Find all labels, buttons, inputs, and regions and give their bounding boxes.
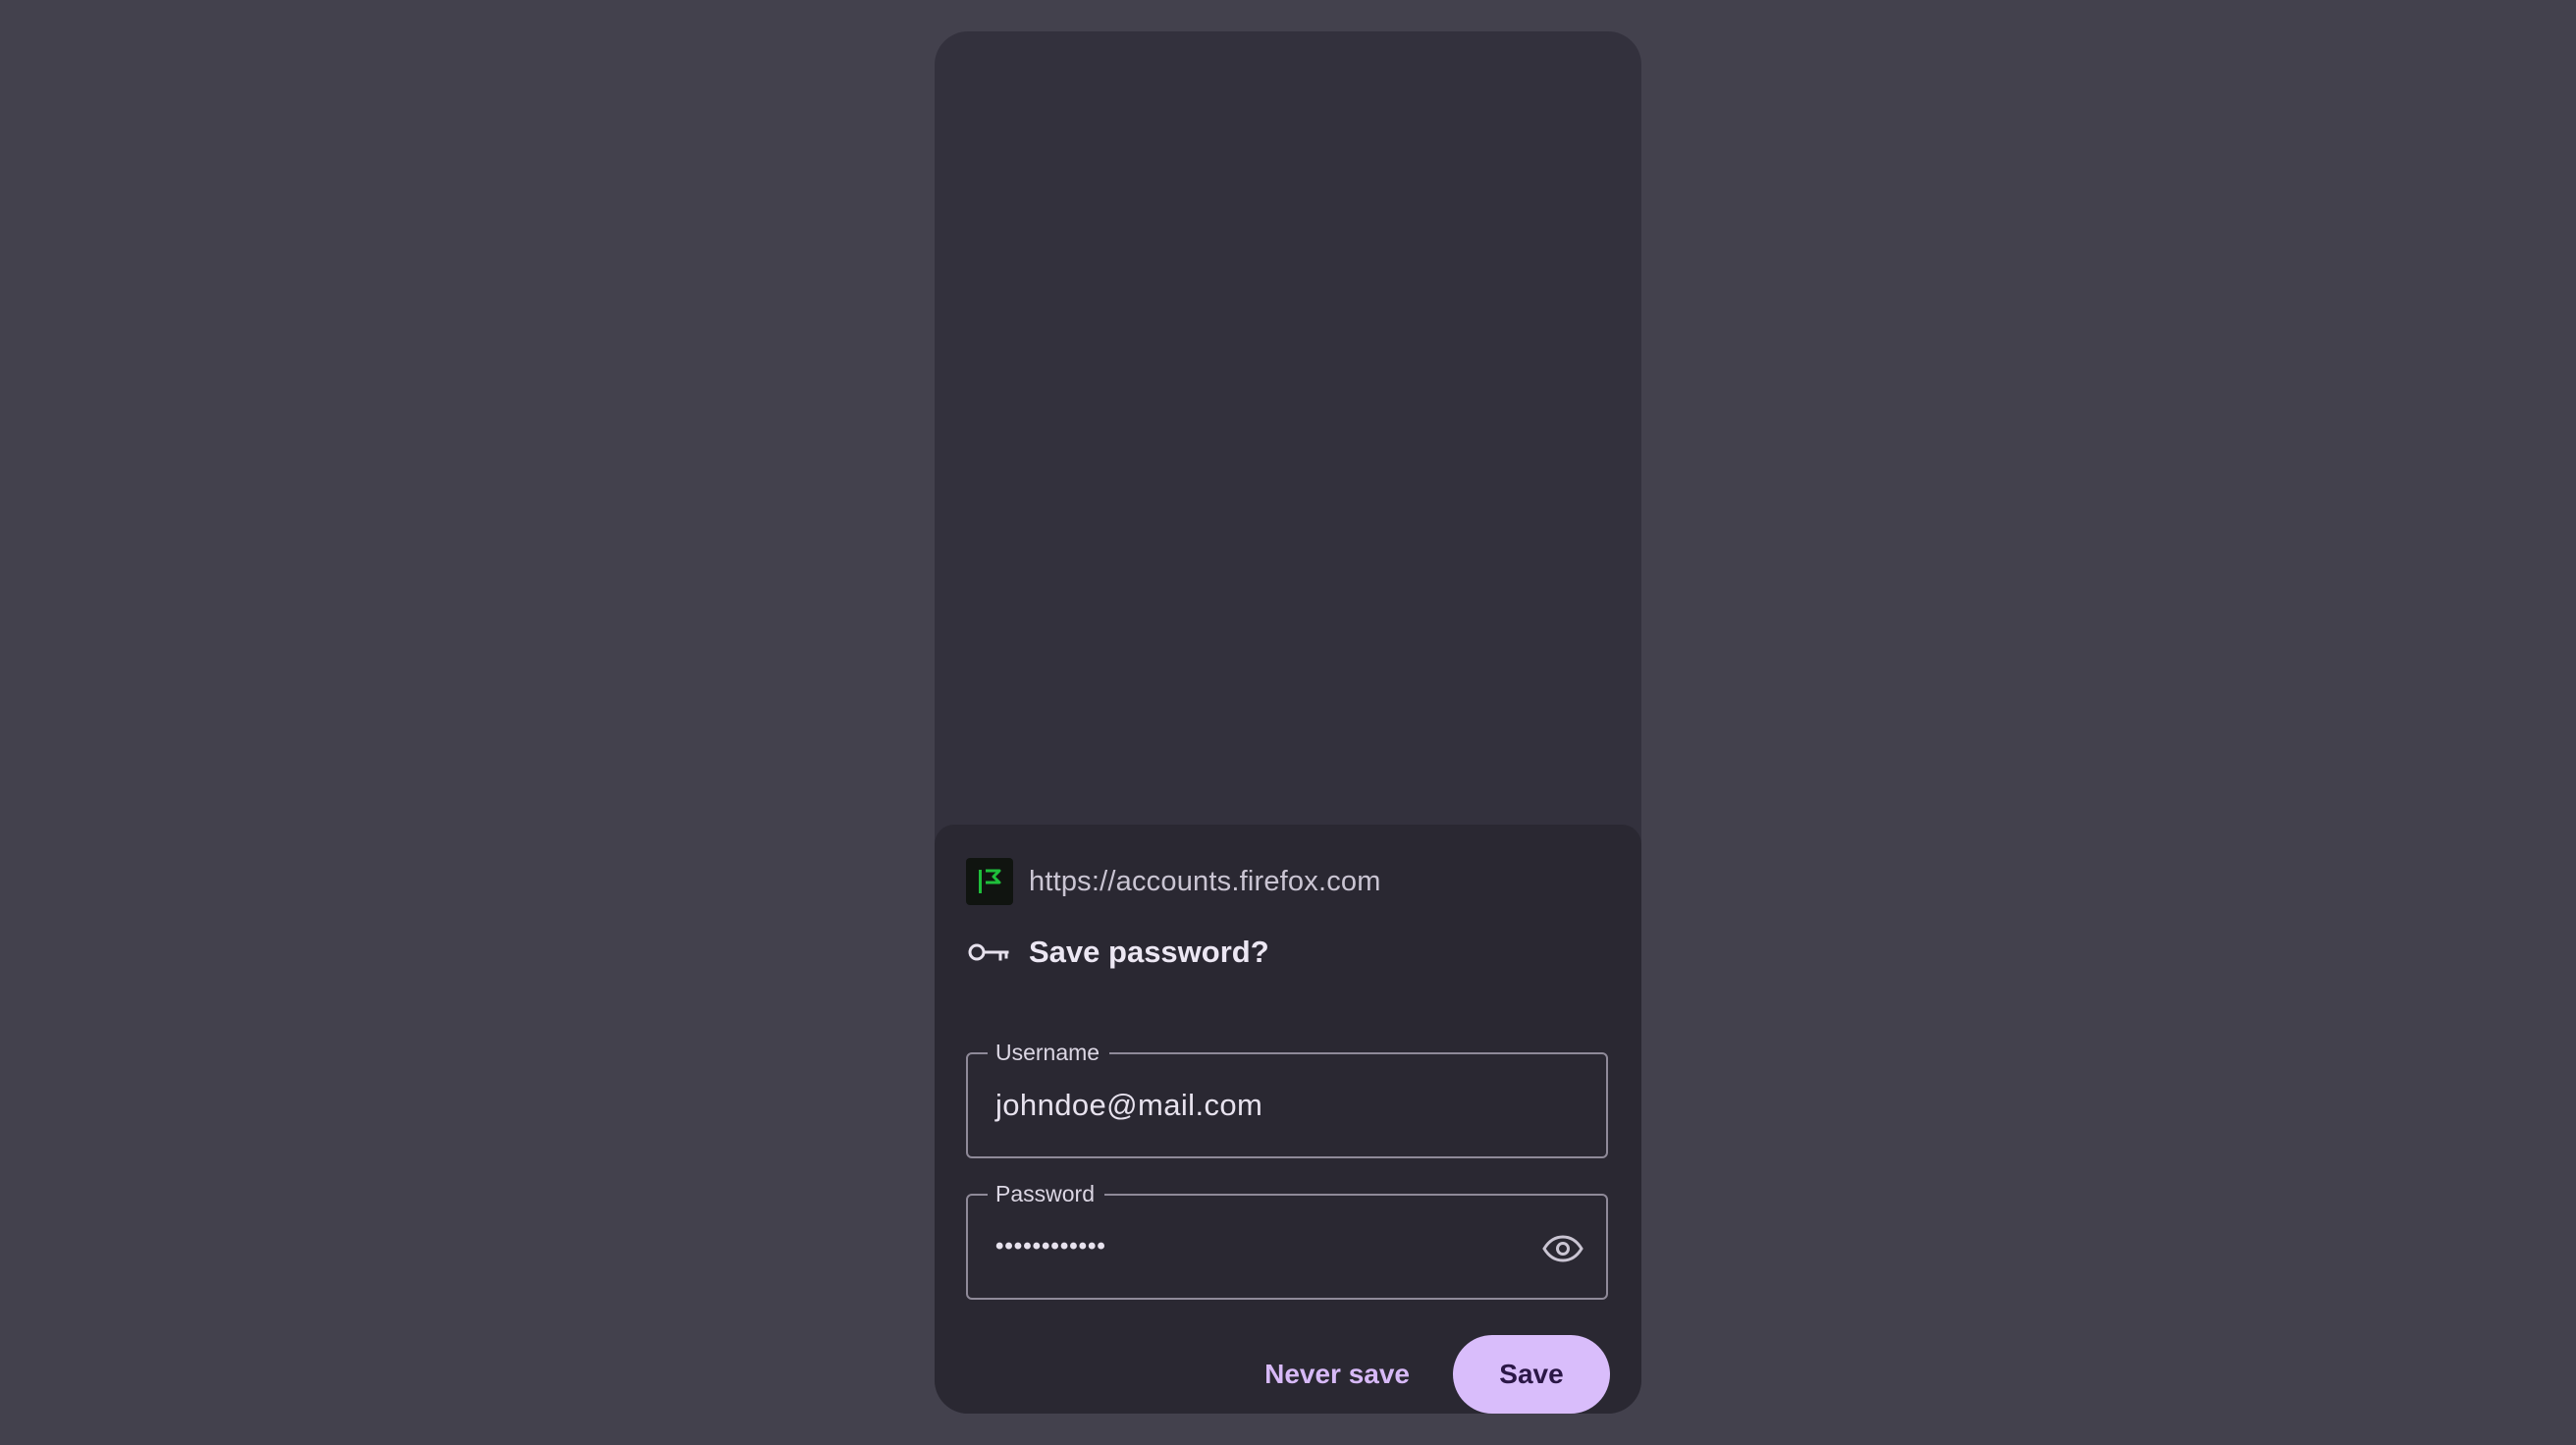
site-url: https://accounts.firefox.com xyxy=(1029,865,1381,897)
save-password-sheet: https://accounts.firefox.com Save passwo… xyxy=(935,825,1641,1414)
dialog-title: Save password? xyxy=(1029,935,1269,969)
site-row: https://accounts.firefox.com xyxy=(966,858,1381,905)
username-field[interactable]: Username johndoe@mail.com xyxy=(966,1040,1608,1158)
key-icon xyxy=(966,929,1013,976)
dialog-header: Save password? xyxy=(966,929,1269,976)
password-value[interactable]: •••••••••••• xyxy=(995,1196,1106,1298)
username-value[interactable]: johndoe@mail.com xyxy=(995,1054,1262,1156)
save-button[interactable]: Save xyxy=(1453,1335,1610,1414)
eye-icon xyxy=(1542,1235,1583,1262)
password-field[interactable]: Password •••••••••••• xyxy=(966,1181,1608,1300)
phone-screen: https://accounts.firefox.com Save passwo… xyxy=(935,31,1641,1414)
show-password-toggle[interactable] xyxy=(1539,1225,1586,1272)
never-save-button[interactable]: Never save xyxy=(1241,1335,1433,1414)
site-favicon-icon xyxy=(966,858,1013,905)
dialog-actions: Never save Save xyxy=(1241,1335,1610,1414)
